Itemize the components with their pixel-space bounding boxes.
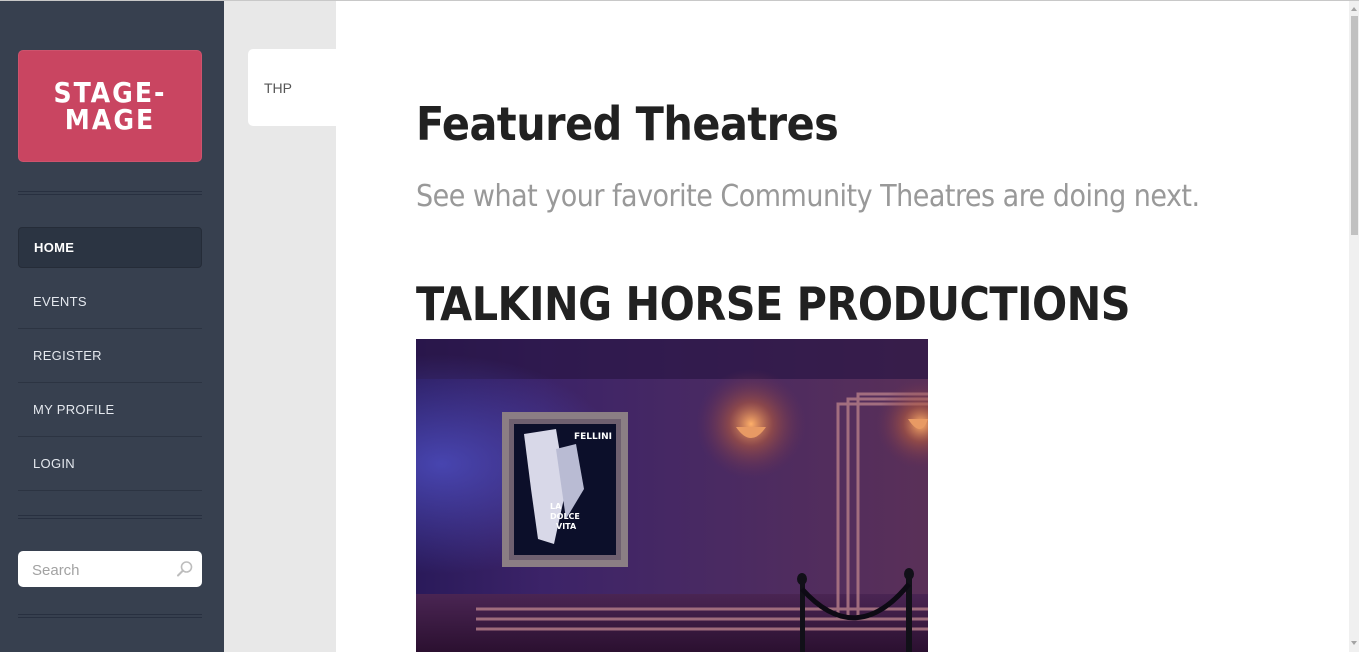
nav-item-login[interactable]: LOGIN — [18, 437, 202, 491]
theatre-lobby-image: FELLINI LA DOLCE VITA — [416, 339, 928, 652]
sidebar-divider — [18, 614, 202, 618]
main-nav: HOME EVENTS REGISTER MY PROFILE LOGIN — [18, 227, 202, 491]
poster-line: DOLCE — [550, 512, 580, 521]
tab-thp[interactable]: THP — [248, 49, 337, 126]
search-icon[interactable] — [176, 560, 194, 578]
nav-item-my-profile[interactable]: MY PROFILE — [18, 383, 202, 437]
logo-text: STAGE-MAGE — [53, 76, 167, 136]
scroll-up-arrow-icon[interactable] — [1349, 4, 1359, 14]
scrollbar-thumb[interactable] — [1351, 16, 1358, 235]
poster-line: VITA — [556, 522, 577, 531]
nav-item-home[interactable]: HOME — [18, 227, 202, 268]
sidebar-divider — [18, 191, 202, 195]
nav-item-register[interactable]: REGISTER — [18, 329, 202, 383]
main-content: Featured Theatres See what your favorite… — [336, 1, 1349, 652]
page-subtitle: See what your favorite Community Theatre… — [416, 179, 1200, 214]
sidebar-divider — [18, 515, 202, 519]
nav-item-events[interactable]: EVENTS — [18, 275, 202, 329]
theatre-photo[interactable]: FELLINI LA DOLCE VITA — [416, 339, 928, 652]
page-title: Featured Theatres — [416, 97, 839, 151]
poster-title: FELLINI — [574, 432, 612, 442]
sidebar: STAGE-MAGE HOME EVENTS REGISTER MY PROFI… — [0, 1, 224, 652]
search-box — [18, 551, 202, 587]
poster-line: LA — [550, 502, 562, 511]
site-logo[interactable]: STAGE-MAGE — [18, 50, 202, 162]
scroll-down-arrow-icon[interactable] — [1349, 638, 1359, 648]
search-input[interactable] — [30, 559, 174, 581]
theatre-name-heading[interactable]: TALKING HORSE PRODUCTIONS — [416, 277, 1131, 331]
